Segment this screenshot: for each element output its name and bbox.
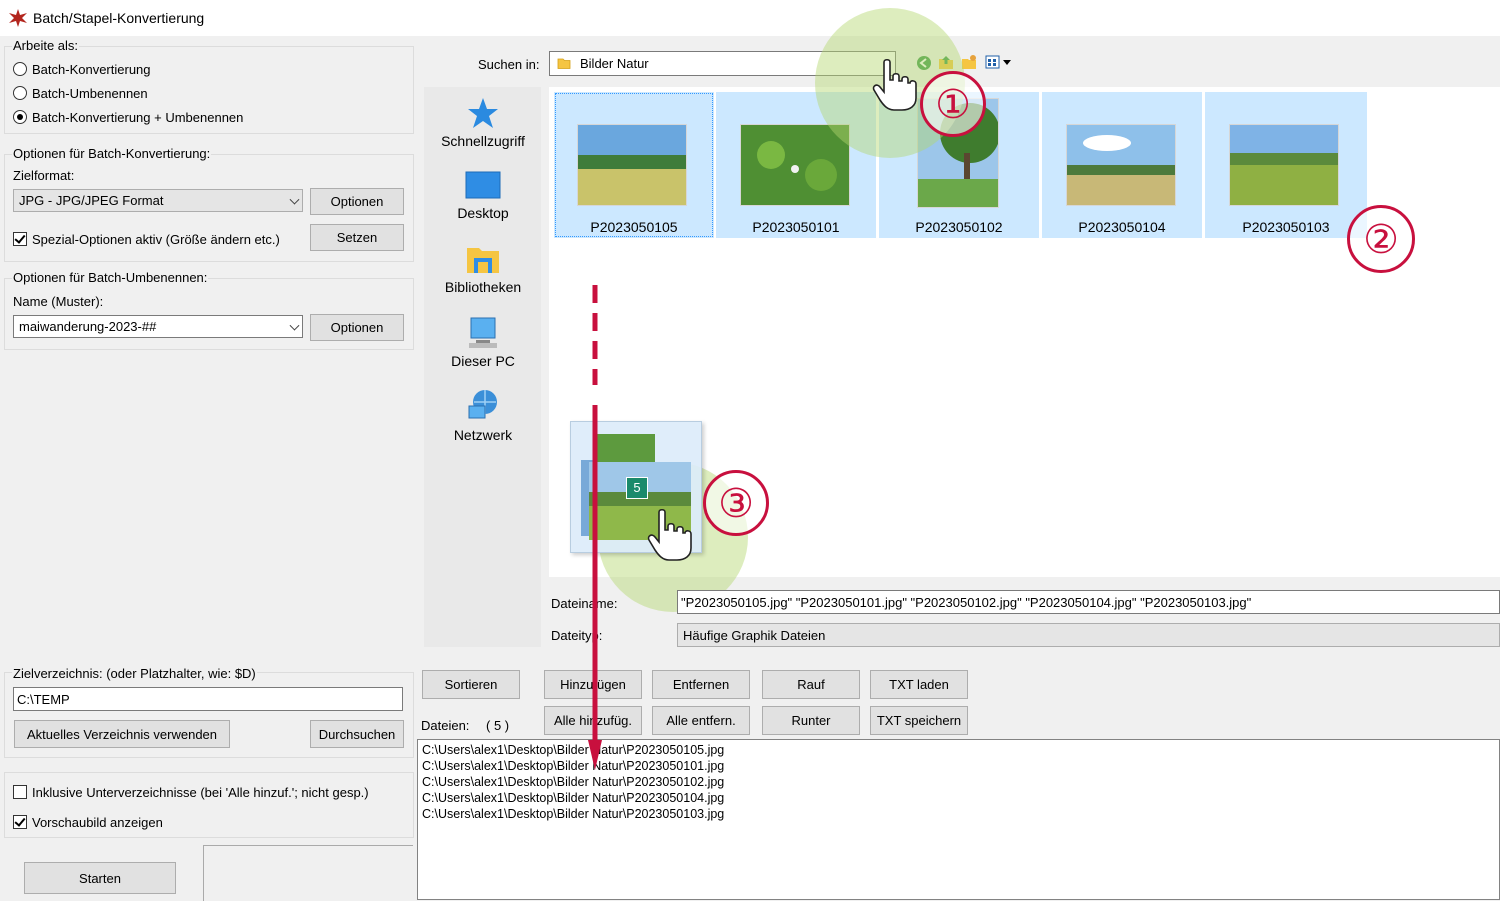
- set-button[interactable]: Setzen: [310, 224, 404, 251]
- radio-batch-rename-label[interactable]: Batch-Umbenennen: [32, 86, 148, 101]
- photo-thumbnail: [1229, 124, 1339, 206]
- move-up-button[interactable]: Rauf: [762, 670, 860, 699]
- filename-input[interactable]: "P2023050105.jpg" "P2023050101.jpg" "P20…: [677, 590, 1500, 614]
- start-button[interactable]: Starten: [24, 862, 176, 894]
- photo-thumbnail: [1066, 124, 1176, 206]
- filename-label: Dateiname:: [551, 596, 618, 611]
- folder-icon: [557, 58, 571, 69]
- look-in-value: Bilder Natur: [580, 56, 649, 71]
- list-item[interactable]: C:\Users\alex1\Desktop\Bilder Natur\P202…: [422, 742, 724, 758]
- use-current-dir-button[interactable]: Aktuelles Verzeichnis verwenden: [14, 720, 230, 748]
- place-libraries[interactable]: Bibliotheken: [423, 242, 543, 295]
- browse-button[interactable]: Durchsuchen: [310, 720, 404, 748]
- place-this-pc[interactable]: Dieser PC: [423, 316, 543, 369]
- target-dir-input[interactable]: C:\TEMP: [13, 687, 403, 711]
- target-format-label: Zielformat:: [13, 168, 75, 183]
- list-item[interactable]: C:\Users\alex1\Desktop\Bilder Natur\P202…: [422, 790, 724, 806]
- filetype-select[interactable]: Häufige Graphik Dateien: [677, 623, 1500, 647]
- remove-all-button[interactable]: Alle entfern.: [652, 706, 750, 735]
- desktop-icon: [465, 171, 501, 199]
- thumbnail-label: P2023050105: [590, 219, 678, 235]
- name-pattern-value: maiwanderung-2023-##: [19, 319, 157, 334]
- place-network-label: Netzwerk: [453, 427, 513, 443]
- view-menu-icon[interactable]: [985, 55, 1013, 69]
- radio-convert-rename[interactable]: [13, 110, 27, 124]
- thumbnail-item[interactable]: P2023050103: [1205, 92, 1367, 238]
- remove-button[interactable]: Entfernen: [652, 670, 750, 699]
- step-2-badge: ②: [1347, 205, 1415, 273]
- place-this-pc-label: Dieser PC: [451, 353, 515, 369]
- place-quick-access-label: Schnellzugriff: [441, 133, 525, 149]
- convert-options-button[interactable]: Optionen: [310, 188, 404, 215]
- radio-batch-convert[interactable]: [13, 62, 27, 76]
- title-bar: [0, 0, 1500, 36]
- name-pattern-label: Name (Muster):: [13, 294, 104, 309]
- load-txt-button[interactable]: TXT laden: [870, 670, 968, 699]
- place-libraries-label: Bibliotheken: [444, 279, 522, 295]
- files-count: ( 5 ): [486, 718, 510, 733]
- place-network[interactable]: Netzwerk: [423, 388, 543, 443]
- network-icon: [468, 390, 497, 419]
- thumbnail-label: P2023050104: [1078, 219, 1166, 235]
- place-desktop[interactable]: Desktop: [423, 170, 543, 221]
- drag-arrow-icon: [588, 285, 602, 770]
- chevron-down-icon: [289, 320, 300, 331]
- sort-button[interactable]: Sortieren: [422, 670, 520, 699]
- thumbnail-item[interactable]: P2023050104: [1042, 92, 1202, 238]
- files-label: Dateien:: [421, 718, 470, 733]
- drag-count-badge: 5: [626, 477, 648, 499]
- save-txt-button[interactable]: TXT speichern: [870, 706, 968, 735]
- star-icon: [468, 98, 498, 128]
- convert-options-heading: Optionen für Batch-Konvertierung:: [12, 146, 212, 161]
- thumbnail-label: P2023050102: [915, 219, 1003, 235]
- thumbnail-label: P2023050101: [752, 219, 840, 235]
- rename-options-heading: Optionen für Batch-Umbenennen:: [12, 270, 209, 285]
- list-item[interactable]: C:\Users\alex1\Desktop\Bilder Natur\P202…: [422, 758, 724, 774]
- rename-options-button[interactable]: Optionen: [310, 314, 404, 341]
- window-title: Batch/Stapel-Konvertierung: [33, 10, 205, 26]
- file-list[interactable]: C:\Users\alex1\Desktop\Bilder Natur\P202…: [417, 739, 1500, 900]
- list-item[interactable]: C:\Users\alex1\Desktop\Bilder Natur\P202…: [422, 806, 724, 822]
- thumbnail-label: P2023050103: [1242, 219, 1330, 235]
- radio-batch-convert-label[interactable]: Batch-Konvertierung: [32, 62, 151, 77]
- include-subdirs-label[interactable]: Inklusive Unterverzeichnisse (bei 'Alle …: [32, 785, 369, 800]
- look-in-label: Suchen in:: [478, 57, 540, 72]
- filetype-value: Häufige Graphik Dateien: [683, 627, 826, 643]
- radio-batch-rename[interactable]: [13, 86, 27, 100]
- target-format-select[interactable]: JPG - JPG/JPEG Format: [13, 189, 303, 212]
- step-3-badge: ③: [703, 470, 769, 536]
- special-options-label[interactable]: Spezial-Optionen aktiv (Größe ändern etc…: [32, 232, 280, 247]
- place-quick-access[interactable]: Schnellzugriff: [423, 96, 543, 149]
- hand-cursor-icon: [872, 58, 917, 111]
- radio-convert-rename-label[interactable]: Batch-Konvertierung + Umbenennen: [32, 110, 243, 125]
- special-options-checkbox[interactable]: [13, 232, 27, 246]
- show-preview-checkbox[interactable]: [13, 815, 27, 829]
- work-as-heading: Arbeite als:: [12, 38, 80, 53]
- include-subdirs-checkbox[interactable]: [13, 785, 27, 799]
- app-icon: [9, 9, 27, 27]
- show-preview-label[interactable]: Vorschaubild anzeigen: [32, 815, 163, 830]
- place-desktop-label: Desktop: [457, 205, 509, 221]
- hand-cursor-icon: [647, 508, 692, 561]
- name-pattern-select[interactable]: maiwanderung-2023-##: [13, 315, 303, 338]
- photo-thumbnail: [740, 124, 850, 206]
- libraries-icon: [467, 248, 499, 273]
- chevron-down-icon: [289, 194, 300, 205]
- list-item[interactable]: C:\Users\alex1\Desktop\Bilder Natur\P202…: [422, 774, 724, 790]
- target-dir-label: Zielverzeichnis: (oder Platzhalter, wie:…: [12, 666, 257, 681]
- target-format-value: JPG - JPG/JPEG Format: [19, 193, 164, 208]
- move-down-button[interactable]: Runter: [762, 706, 860, 735]
- computer-icon: [469, 317, 497, 348]
- preview-box: [203, 845, 413, 901]
- thumbnail-item[interactable]: P2023050105: [554, 92, 714, 238]
- photo-thumbnail: [577, 124, 687, 206]
- step-1-badge: ①: [920, 71, 986, 137]
